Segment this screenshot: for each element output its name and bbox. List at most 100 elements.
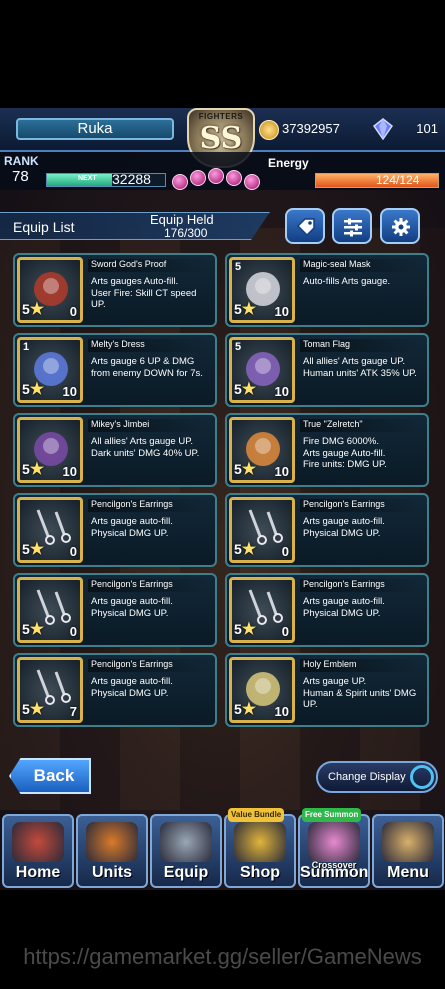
equipment-thumbnail: 5 5★ 10	[229, 257, 295, 323]
equipment-level: 10	[274, 304, 289, 319]
nav-label: Units	[92, 864, 132, 881]
star-icon: ★	[241, 621, 257, 638]
equipment-card[interactable]: 5★ 7 Pencilgon's Earrings Arts gauge auto-f…	[13, 653, 217, 727]
change-display-button[interactable]: Change Display	[316, 761, 438, 793]
equipment-thumbnail: 5 5★ 10	[229, 337, 295, 403]
star-rank: 5★	[234, 539, 256, 559]
filter-icon	[344, 218, 362, 237]
star-count: 5	[22, 621, 30, 637]
nav-units[interactable]: Units	[76, 814, 148, 888]
equipment-level: 10	[274, 384, 289, 399]
equipment-description: All allies' Arts gauge UP. Human units' …	[303, 356, 417, 379]
star-icon: ★	[241, 541, 257, 558]
orb-icon	[172, 174, 188, 190]
equipment-thumbnail: 5★ 7	[17, 657, 83, 723]
back-button[interactable]: Back	[9, 758, 91, 794]
fighters-label: FIGHTERS	[198, 112, 244, 121]
nav-home[interactable]: Home	[2, 814, 74, 888]
game-screen: Ruka 37392957 101 FIGHTERS SS RANK 78 NE…	[0, 108, 445, 890]
nav-shop[interactable]: Shop	[224, 814, 296, 888]
equipment-level: 0	[69, 624, 77, 639]
orb-icon	[208, 168, 224, 184]
star-icon: ★	[29, 621, 45, 638]
equipment-description: Arts gauge auto-fill. Physical DMG UP.	[91, 596, 173, 619]
summon-icon	[308, 822, 360, 862]
equipment-thumbnail: 5★ 10	[17, 417, 83, 483]
nav-label: Summon	[300, 864, 369, 881]
equipment-card[interactable]: 5★ 0 Pencilgon's Earrings Arts gauge auto-f…	[13, 573, 217, 647]
star-rank: 5★	[234, 619, 256, 639]
sword-icon	[160, 822, 212, 862]
equipment-thumbnail: 5★ 10	[229, 657, 295, 723]
equipment-thumbnail: 5★ 0	[17, 497, 83, 563]
change-display-label: Change Display	[328, 771, 406, 783]
star-count: 5	[234, 301, 242, 317]
equipment-card[interactable]: 5★ 10 Mikey's Jimbei All allies' Arts gauge…	[13, 413, 217, 487]
equipment-card[interactable]: 1 5★ 10 Melty's Dress Arts gauge 6 UP & DMG …	[13, 333, 217, 407]
equipment-card[interactable]: 5★ 0 Pencilgon's Earrings Arts gauge auto-f…	[13, 493, 217, 567]
equipment-card[interactable]: 5 5★ 10 Toman Flag All allies' Arts gauge UP…	[225, 333, 429, 407]
orb-icon	[190, 170, 206, 186]
nav-equip[interactable]: Equip	[150, 814, 222, 888]
star-icon: ★	[29, 541, 45, 558]
star-icon: ★	[241, 701, 257, 718]
star-rank: 5★	[22, 539, 44, 559]
free-summon-badge: Free Summon	[302, 808, 362, 822]
rank-value: 78	[12, 168, 29, 185]
equip-list-header: Equip List Equip Held 176/300	[0, 204, 445, 244]
nav-menu[interactable]: Menu	[372, 814, 444, 888]
star-rank: 5★	[234, 379, 256, 399]
equipment-level: 0	[281, 624, 289, 639]
equipment-thumbnail: 5★ 0	[229, 577, 295, 643]
equipment-description: Arts gauges Auto-fill. User Fire: Skill …	[91, 276, 197, 310]
star-count: 5	[22, 541, 30, 557]
filter-button[interactable]	[332, 208, 372, 244]
equipment-card[interactable]: 5★ 10 True "Zelretch" Fire DMG 6000%. Arts …	[225, 413, 429, 487]
equipment-card[interactable]: 5★ 10 Holy Emblem Arts gauge UP. Human & Sp…	[225, 653, 429, 727]
equipment-name: Toman Flag	[300, 339, 422, 352]
star-icon: ★	[29, 301, 45, 318]
settings-button[interactable]	[380, 208, 420, 244]
equipment-name: Mikey's Jimbei	[88, 419, 210, 432]
equipment-name: Holy Emblem	[300, 659, 422, 672]
equipment-card[interactable]: 5 5★ 10 Magic-seal Mask Auto-fills Arts gaug…	[225, 253, 429, 327]
gold-coin-icon	[259, 120, 279, 140]
house-icon	[12, 822, 64, 862]
nav-summon[interactable]: Crossover Summon	[298, 814, 370, 888]
star-count: 5	[22, 461, 30, 477]
equipment-description: Arts gauge auto-fill. Physical DMG UP.	[91, 516, 173, 539]
star-icon: ★	[241, 301, 257, 318]
nav-label: Shop	[240, 864, 280, 881]
energy-label: Energy	[268, 156, 309, 170]
equipment-level: 10	[62, 464, 77, 479]
orb-icon	[226, 170, 242, 186]
tag-icon	[296, 218, 315, 237]
equip-held-label: Equip Held	[150, 212, 214, 227]
star-count: 5	[234, 541, 242, 557]
equipment-level: 7	[69, 704, 77, 719]
equipment-name: True "Zelretch"	[300, 419, 422, 432]
orb-gems	[172, 168, 272, 194]
equipment-description: Arts gauge UP. Human & Spirit units' DMG…	[303, 676, 417, 710]
equipment-card[interactable]: 5★ 0 Pencilgon's Earrings Arts gauge auto-f…	[225, 573, 429, 647]
tag-button[interactable]	[285, 208, 325, 244]
star-rank: 5★	[22, 619, 44, 639]
nav-label: Home	[15, 864, 61, 881]
equipment-name: Pencilgon's Earrings	[88, 659, 210, 672]
equipment-level: 0	[281, 544, 289, 559]
star-rank: 5★	[234, 459, 256, 479]
gem-icon	[373, 118, 393, 140]
gold-amount: 37392957	[282, 121, 340, 136]
equipment-name: Pencilgon's Earrings	[300, 579, 422, 592]
equipment-name: Pencilgon's Earrings	[300, 499, 422, 512]
equipment-name: Pencilgon's Earrings	[88, 579, 210, 592]
equipment-description: Arts gauge auto-fill. Physical DMG UP.	[303, 596, 385, 619]
equipment-description: Arts gauge auto-fill. Physical DMG UP.	[303, 516, 385, 539]
equipment-card[interactable]: 5★ 0 Sword God's Proof Arts gauges Auto-fil…	[13, 253, 217, 327]
equipment-level: 10	[62, 384, 77, 399]
star-rank: 5★	[22, 379, 44, 399]
star-count: 5	[234, 701, 242, 717]
equipment-thumbnail: 5★ 0	[17, 577, 83, 643]
equipment-card[interactable]: 5★ 0 Pencilgon's Earrings Arts gauge auto-f…	[225, 493, 429, 567]
equipment-level: 10	[274, 464, 289, 479]
